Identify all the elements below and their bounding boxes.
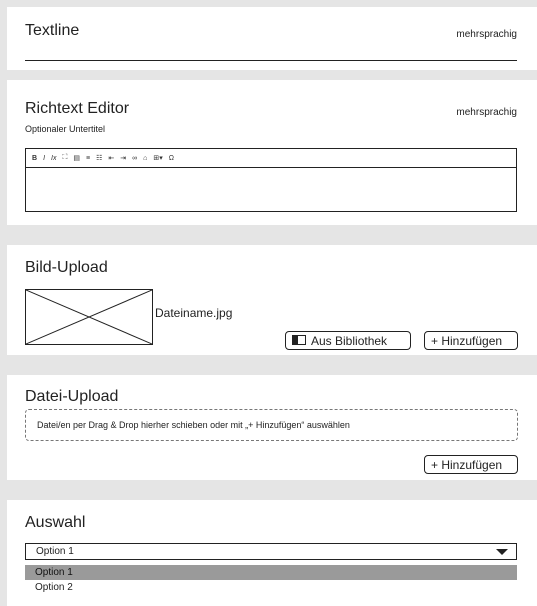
- select-option-2[interactable]: Option 2: [25, 580, 517, 595]
- unlink-icon[interactable]: ⌂: [143, 155, 147, 162]
- textline-title: Textline: [25, 22, 80, 39]
- textline-card: Textline mehrsprachig: [7, 7, 537, 70]
- richtext-toolbar: B I Ix ⛶ ▤ ≡ ☷ ⇤ ⇥ ∞ ⌂ ⊞▾ Ω: [26, 149, 516, 168]
- book-icon: [292, 334, 306, 348]
- file-dropzone[interactable]: Datei/en per Drag & Drop hierher schiebe…: [25, 409, 518, 441]
- ordered-list-icon[interactable]: ≡: [86, 155, 90, 162]
- from-library-button[interactable]: Aus Bibliothek: [285, 331, 411, 350]
- richtext-editor: B I Ix ⛶ ▤ ≡ ☷ ⇤ ⇥ ∞ ⌂ ⊞▾ Ω: [25, 148, 517, 212]
- richtext-title: Richtext Editor: [25, 100, 130, 117]
- link-icon[interactable]: ∞: [132, 155, 137, 162]
- table-icon[interactable]: ⊞▾: [153, 154, 162, 162]
- from-library-label: Aus Bibliothek: [311, 333, 388, 348]
- textline-input[interactable]: [25, 60, 517, 61]
- file-upload-card: Datei-Upload Datei/en per Drag & Drop hi…: [7, 375, 537, 480]
- bold-icon[interactable]: B: [32, 155, 37, 162]
- richtext-content-area[interactable]: [26, 168, 516, 212]
- option-select[interactable]: Option 1: [25, 543, 517, 560]
- indent-icon[interactable]: ⇥: [120, 154, 126, 162]
- multilingual-badge: mehrsprachig: [456, 29, 517, 40]
- richtext-subtitle: Optionaler Untertitel: [25, 124, 106, 134]
- image-filename: Dateiname.jpg: [155, 306, 233, 320]
- outdent-icon[interactable]: ⇤: [108, 154, 114, 162]
- select-value: Option 1: [36, 546, 74, 557]
- add-image-button[interactable]: + Hinzufügen: [424, 331, 518, 350]
- fullscreen-icon[interactable]: ⛶: [62, 154, 67, 162]
- add-file-button[interactable]: + Hinzufügen: [424, 455, 518, 474]
- unordered-list-icon[interactable]: ☷: [96, 154, 102, 162]
- dropdown-arrow-icon[interactable]: [496, 549, 508, 555]
- multilingual-badge: mehrsprachig: [456, 107, 517, 118]
- add-file-label: + Hinzufügen: [431, 457, 503, 472]
- select-option-1[interactable]: Option 1: [25, 565, 517, 580]
- italic-icon[interactable]: I: [43, 155, 45, 162]
- clear-format-icon[interactable]: Ix: [51, 155, 56, 162]
- image-upload-card: Bild-Upload Dateiname.jpg Aus Bibliothek…: [7, 245, 537, 355]
- file-upload-title: Datei-Upload: [25, 388, 119, 405]
- paste-icon[interactable]: ▤: [73, 154, 80, 162]
- special-char-icon[interactable]: Ω: [169, 155, 174, 162]
- dropzone-text: Datei/en per Drag & Drop hierher schiebe…: [37, 420, 350, 430]
- image-upload-title: Bild-Upload: [25, 259, 108, 276]
- add-image-label: + Hinzufügen: [431, 333, 503, 348]
- image-placeholder-icon: [25, 289, 153, 345]
- richtext-card: Richtext Editor Optionaler Untertitel me…: [7, 80, 537, 225]
- select-card: Auswahl Option 1 Option 1 Option 2: [7, 500, 537, 606]
- select-title: Auswahl: [25, 514, 86, 531]
